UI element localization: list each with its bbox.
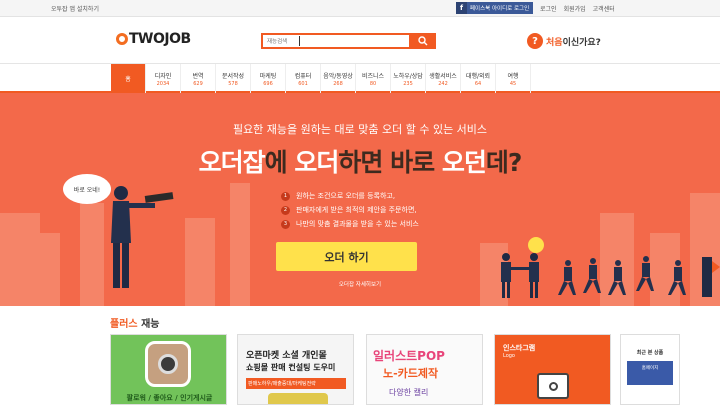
nav-item-writing[interactable]: 문서작성 578 — [216, 64, 251, 93]
nav-item-computer[interactable]: 컴퓨터 601 — [286, 64, 321, 93]
card-title: 일러스트POP — [373, 349, 445, 363]
nav-item-agency[interactable]: 대행/외뢰 64 — [461, 64, 496, 93]
facebook-icon: f — [456, 2, 467, 14]
step-item: 3 나만의 맞춤 결과물을 받을 수 있는 서비스 — [281, 217, 419, 231]
first-time-help[interactable]: ? 처음 이신가요? — [527, 33, 601, 49]
nav-item-translation[interactable]: 번역 629 — [181, 64, 216, 93]
card-subtitle: 쇼핑몰 판매 컨설팅 도우미 — [246, 363, 336, 372]
question-icon: ? — [527, 33, 543, 49]
card-title: 오픈마켓 소셜 개인몰 — [246, 351, 327, 361]
hero-subtitle: 필요한 재능을 원하는 대로 맞춤 오더 할 수 있는 서비스 — [232, 123, 488, 136]
section-title: 플러스 재능 — [110, 319, 160, 330]
search-category-select[interactable]: 재능검색 — [267, 37, 287, 45]
nav-item-marketing[interactable]: 마케팅 696 — [251, 64, 286, 93]
category-nav: 홈 디자인 2034 번역 629 문서작성 578 마케팅 696 컴퓨터 601 음악… — [0, 63, 720, 93]
building-shape — [30, 233, 60, 306]
business-people-illustration — [501, 237, 720, 298]
recently-viewed-title: 최근 본 상품 — [636, 350, 664, 356]
talent-card[interactable]: 인스타그램 Logo — [494, 334, 611, 405]
talent-card[interactable]: 팔로워 / 좋아요 / 인기게시글 — [110, 334, 227, 405]
app-install-link[interactable]: 오투잡 앱 설치하기 — [51, 4, 99, 13]
customer-center-link[interactable]: 고객센터 — [593, 4, 615, 13]
search-button[interactable] — [409, 33, 436, 49]
talent-card[interactable]: 일러스트POP 노-카드제작 다양한 캘리 — [366, 334, 483, 405]
building-shape — [185, 218, 215, 306]
nav-item-life-service[interactable]: 생활서비스 242 — [426, 64, 461, 93]
building-shape — [80, 203, 104, 306]
nav-item-knowhow[interactable]: 노하우/상담 235 — [391, 64, 426, 93]
card-tagline: 판매노하우/매출증대/마케팅전략 — [246, 378, 346, 389]
hero-headline: 오더잡에 오더하면 바로 오던데? — [198, 148, 523, 177]
talent-card[interactable]: 오픈마켓 소셜 개인몰 쇼핑몰 판매 컨설팅 도우미 판매노하우/매출증대/마케… — [237, 334, 354, 405]
card-title: 인스타그램 — [503, 344, 536, 352]
search-input[interactable] — [299, 36, 300, 46]
nav-item-business[interactable]: 비즈니스 80 — [356, 64, 391, 93]
hero-banner: 바로 오네! 필요한 재능을 원하는 대로 맞춤 오더 할 수 있는 서비스 오… — [0, 93, 720, 306]
signup-link[interactable]: 회원가입 — [564, 4, 586, 13]
recently-viewed-panel: 최근 본 상품 홈페이지 — [620, 334, 680, 405]
top-links: 로그인 회원가입 고객센터 — [540, 4, 615, 13]
facebook-login-button[interactable]: f 페이스북 아이디로 로그인 — [456, 2, 533, 14]
search-box: 재능검색 — [261, 33, 436, 49]
top-utility-bar: 오투잡 앱 설치하기 f 페이스북 아이디로 로그인 로그인 회원가입 고객센터 — [0, 0, 720, 17]
order-button[interactable]: 오더 하기 — [276, 242, 417, 271]
step-item: 2 판매자에게 받은 최적의 제안을 주문하면, — [281, 203, 419, 217]
hero-steps: 1 원하는 조건으로 오더를 등록하고, 2 판매자에게 받은 최적의 제안을 주문… — [281, 189, 419, 231]
product-illustration — [268, 393, 328, 404]
facebook-login-label: 페이스북 아이디로 로그인 — [470, 6, 530, 12]
nav-item-home[interactable]: 홈 — [111, 64, 146, 93]
camera-icon — [145, 341, 191, 387]
search-icon — [417, 36, 427, 46]
site-logo[interactable]: TWOJOB — [116, 31, 191, 47]
login-link[interactable]: 로그인 — [540, 4, 557, 13]
recently-viewed-item[interactable]: 홈페이지 — [627, 361, 673, 385]
instagram-logo-icon — [537, 373, 569, 399]
card-subtitle: Logo — [503, 353, 515, 359]
nav-item-music-video[interactable]: 음악/동영상 268 — [321, 64, 356, 93]
businessman-telescope-illustration — [111, 186, 174, 288]
logo-ring-icon — [116, 33, 128, 45]
nav-item-design[interactable]: 디자인 2034 — [146, 64, 181, 93]
site-header: TWOJOB 재능검색 ? 처음 이신가요? — [0, 17, 720, 63]
card-text: 팔로워 / 좋아요 / 인기게시글 — [126, 394, 213, 402]
step-item: 1 원하는 조건으로 오더를 등록하고, — [281, 189, 419, 203]
nav-item-travel[interactable]: 여행 45 — [496, 64, 531, 93]
card-tagline: 다양한 캘리 — [389, 388, 429, 397]
card-subtitle: 노-카드제작 — [383, 367, 439, 380]
